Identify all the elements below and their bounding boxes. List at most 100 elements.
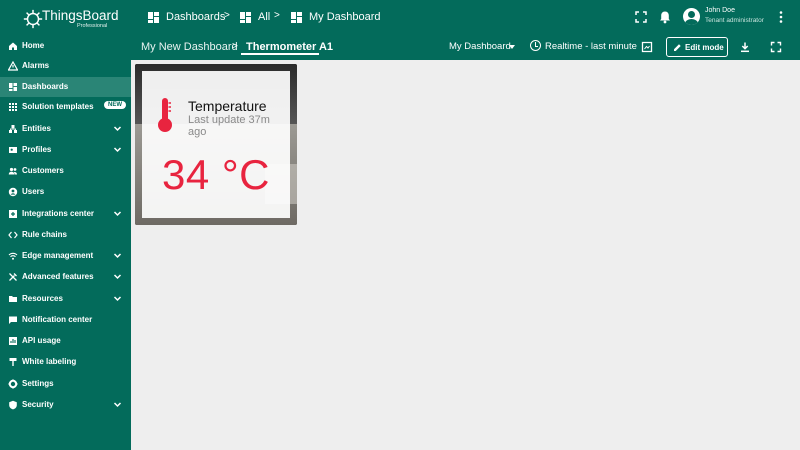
profiles-icon <box>9 147 17 153</box>
avatar[interactable] <box>683 8 700 25</box>
top-bar: ThingsBoard Professional Dashboards > Al… <box>0 0 800 36</box>
timewindow-selector[interactable]: Realtime - last minute <box>545 41 637 52</box>
sidebar-item-label: White labeling <box>22 357 77 366</box>
last-update-label: Last update 37m ago <box>188 114 270 138</box>
sidebar-item-dashboards[interactable]: Dashboards <box>0 77 131 97</box>
grid-icon <box>9 103 17 111</box>
sidebar-item-label: Customers <box>22 166 64 175</box>
logo-subtitle: Professional <box>77 23 108 29</box>
sidebar-item-label: Home <box>22 41 45 50</box>
sidebar-item-solution-templates[interactable]: Solution templates NEW <box>0 97 131 117</box>
sidebar-item-profiles[interactable]: Profiles <box>0 140 131 160</box>
dashboard-icon <box>240 11 251 23</box>
sidebar-item-label: Integrations center <box>22 209 95 218</box>
sidebar-item-label: Profiles <box>22 145 52 154</box>
widget-card: Temperature Last update 37m ago 34 °C <box>142 71 290 218</box>
sidebar-item-rule-chains[interactable]: Rule chains <box>0 225 131 245</box>
shield-icon <box>9 400 17 410</box>
layout-icon[interactable] <box>641 41 653 53</box>
customers-icon <box>8 167 17 175</box>
logo-icon <box>23 9 43 29</box>
dropdown-arrow-icon[interactable] <box>509 45 515 49</box>
sidebar-item-api-usage[interactable]: API usage <box>0 331 131 351</box>
edge-icon <box>8 252 18 260</box>
sidebar-item-label: Rule chains <box>22 230 67 239</box>
integrations-icon <box>9 210 17 218</box>
edit-mode-label: Edit mode <box>685 43 724 52</box>
sidebar-item-label: Dashboards <box>22 82 69 91</box>
fullscreen-icon[interactable] <box>634 10 648 24</box>
more-vert-icon[interactable] <box>774 10 788 24</box>
widget-title: Temperature <box>188 98 267 114</box>
dashboard-state-name[interactable]: Thermometer A1 <box>246 41 333 53</box>
chevron-down-icon[interactable] <box>113 294 122 303</box>
breadcrumb-separator: > <box>274 10 280 21</box>
pencil-icon <box>674 44 681 51</box>
sidebar-item-label: API usage <box>22 336 61 345</box>
sidebar-item-label: Resources <box>22 294 63 303</box>
new-badge: NEW <box>104 101 126 109</box>
sidebar-item-label: Solution templates <box>22 102 94 111</box>
chevron-down-icon[interactable] <box>113 400 122 409</box>
sidebar-item-advanced-features[interactable]: Advanced features <box>0 267 131 287</box>
sidebar-item-label: Users <box>22 187 45 196</box>
chevron-down-icon[interactable] <box>113 209 122 218</box>
sidebar-item-alarms[interactable]: Alarms <box>0 56 131 76</box>
sidebar-item-resources[interactable]: Resources <box>0 289 131 309</box>
breadcrumb-label: All <box>258 11 271 23</box>
user-name: John Doe <box>705 7 735 14</box>
sidebar-item-settings[interactable]: Settings <box>0 374 131 394</box>
chevron-down-icon[interactable] <box>113 145 122 154</box>
code-icon <box>8 231 18 239</box>
paint-icon <box>9 358 17 366</box>
dashboard-select[interactable]: My Dashboard <box>449 41 511 52</box>
edit-mode-button[interactable]: Edit mode <box>666 37 728 57</box>
sidebar: Home Alarms Dashboards Solution template… <box>0 36 131 450</box>
dashboard-icon <box>148 11 159 23</box>
sidebar-item-label: Edge management <box>22 251 94 260</box>
temperature-value: 34 °C <box>162 151 271 198</box>
folder-icon <box>9 296 17 302</box>
sidebar-item-label: Entities <box>22 124 51 133</box>
dashboard-icon <box>9 83 17 91</box>
logo-text: ThingsBoard <box>42 8 119 23</box>
bell-icon[interactable] <box>658 10 672 24</box>
user-icon <box>8 187 18 197</box>
breadcrumb-label: Dashboards <box>166 11 226 23</box>
sidebar-item-home[interactable]: Home <box>0 36 131 56</box>
chevron-down-icon[interactable] <box>113 124 122 133</box>
warning-icon <box>8 61 18 71</box>
sidebar-item-security[interactable]: Security <box>0 395 131 415</box>
sidebar-item-integrations-center[interactable]: Integrations center <box>0 204 131 224</box>
state-underline <box>241 53 319 55</box>
sidebar-item-notification-center[interactable]: Notification center <box>0 310 131 330</box>
breadcrumb-all[interactable]: All <box>240 11 270 23</box>
breadcrumb-separator: > <box>224 10 230 21</box>
sidebar-item-entities[interactable]: Entities <box>0 119 131 139</box>
breadcrumb-dashboards[interactable]: Dashboards <box>148 11 225 23</box>
sidebar-item-label: Settings <box>22 379 54 388</box>
chevron-down-icon[interactable] <box>113 272 122 281</box>
entities-icon <box>9 125 17 133</box>
gear-icon <box>8 379 18 389</box>
dashboard-name[interactable]: My New Dashboard <box>141 41 238 53</box>
breadcrumb-label: My Dashboard <box>309 11 381 23</box>
api-icon <box>9 337 17 345</box>
dashboard-toolbar: My New Dashboard > Thermometer A1 My Das… <box>131 36 800 60</box>
sidebar-item-label: Advanced features <box>22 272 94 281</box>
thingsboard-logo[interactable]: ThingsBoard Professional <box>10 6 130 32</box>
breadcrumb-my-dashboard[interactable]: My Dashboard <box>291 11 381 23</box>
clock-icon[interactable] <box>530 40 541 51</box>
sidebar-item-edge-management[interactable]: Edge management <box>0 246 131 266</box>
sidebar-item-customers[interactable]: Customers <box>0 161 131 181</box>
state-separator: > <box>232 41 238 52</box>
download-icon[interactable] <box>739 41 751 53</box>
fullscreen-icon[interactable] <box>770 41 782 53</box>
sidebar-item-label: Alarms <box>22 61 50 70</box>
sidebar-item-label: Notification center <box>22 315 93 324</box>
temperature-widget[interactable]: Temperature Last update 37m ago 34 °C <box>135 64 297 225</box>
chevron-down-icon[interactable] <box>113 251 122 260</box>
sidebar-item-white-labeling[interactable]: White labeling <box>0 352 131 372</box>
thermometer-icon <box>158 98 172 132</box>
sidebar-item-users[interactable]: Users <box>0 182 131 202</box>
